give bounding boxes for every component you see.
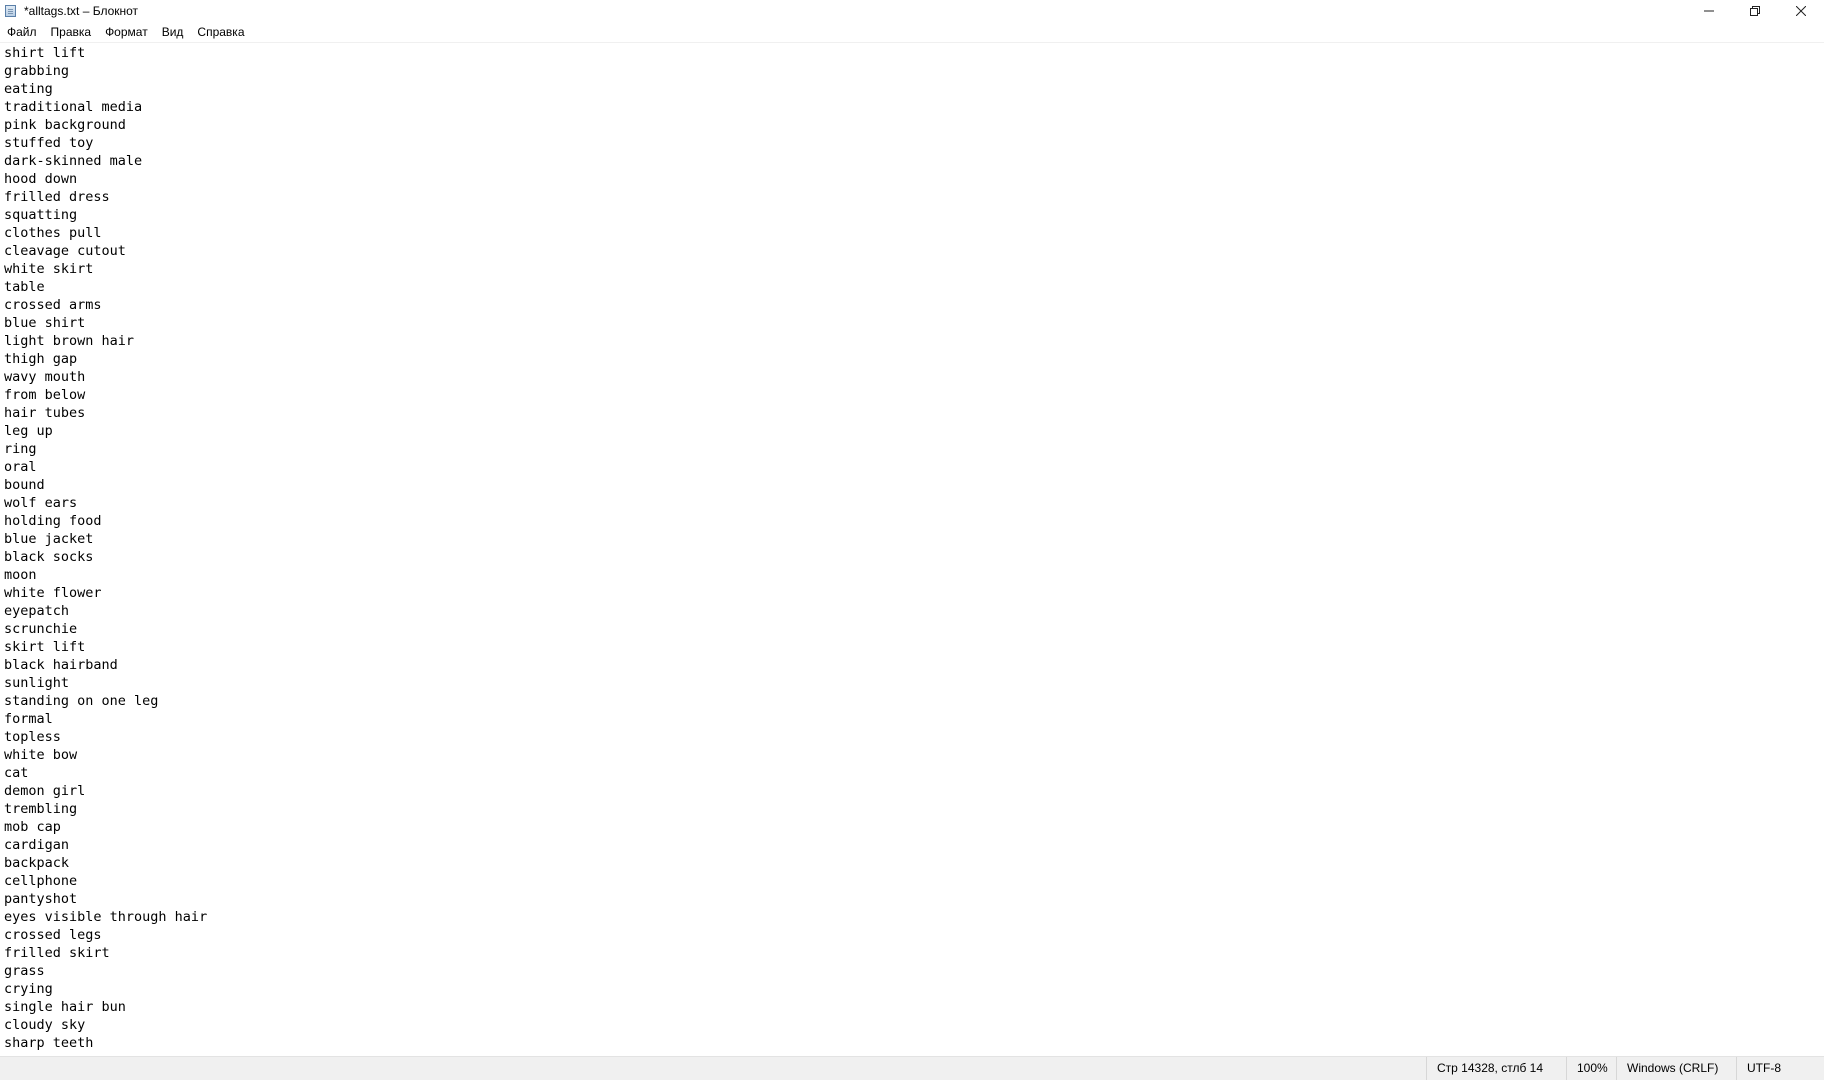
menu-format[interactable]: Формат	[98, 22, 155, 42]
text-line: grabbing	[4, 63, 70, 79]
text-line: single hair bun	[4, 999, 126, 1015]
menu-bar: Файл Правка Формат Вид Справка	[0, 22, 1824, 43]
text-line: frilled dress	[4, 189, 110, 205]
title-bar[interactable]: *alltags.txt – Блокнот	[0, 0, 1824, 22]
text-line: cleavage cutout	[4, 243, 126, 259]
cursor-position: Стр 14328, стлб 14	[1426, 1057, 1566, 1080]
text-line: white bow	[4, 747, 78, 763]
text-line: topless	[4, 729, 61, 745]
text-line: crossed legs	[4, 927, 102, 943]
text-line: sunlight	[4, 675, 70, 691]
text-line: sharp teeth	[4, 1035, 94, 1051]
text-line: cloudy sky	[4, 1017, 86, 1033]
text-line: dark-skinned male	[4, 153, 143, 169]
restore-icon	[1750, 6, 1760, 16]
text-line: traditional media	[4, 99, 143, 115]
text-line: light brown hair	[4, 333, 135, 349]
text-line: from below	[4, 387, 86, 403]
text-line: table	[4, 279, 45, 295]
minimize-icon	[1704, 10, 1714, 12]
text-line: mob cap	[4, 819, 61, 835]
restore-button[interactable]	[1732, 0, 1778, 22]
text-line: eyepatch	[4, 603, 70, 619]
menu-view[interactable]: Вид	[155, 22, 191, 42]
text-line: hood down	[4, 171, 78, 187]
text-line: skirt lift	[4, 639, 86, 655]
text-line: hair tubes	[4, 405, 86, 421]
text-line: cardigan	[4, 837, 70, 853]
text-line: white flower	[4, 585, 102, 601]
text-line: eating	[4, 81, 53, 97]
text-line: cat	[4, 765, 29, 781]
text-line: trembling	[4, 801, 78, 817]
text-line: thigh gap	[4, 351, 78, 367]
notepad-icon[interactable]	[4, 4, 18, 18]
line-endings: Windows (CRLF)	[1616, 1057, 1736, 1080]
text-editor[interactable]: shirt lift grabbing eating traditional medi…	[0, 43, 1824, 1056]
text-line: holding food	[4, 513, 102, 529]
window-title: *alltags.txt – Блокнот	[24, 4, 139, 18]
text-line: demon girl	[4, 783, 86, 799]
text-line: pink background	[4, 117, 126, 133]
text-line: standing on one leg	[4, 693, 159, 709]
window-controls	[1686, 0, 1824, 22]
text-line: leg up	[4, 423, 53, 439]
text-line: crying	[4, 981, 53, 997]
zoom-level: 100%	[1566, 1057, 1616, 1080]
text-line: clothes pull	[4, 225, 102, 241]
text-line: squatting	[4, 207, 78, 223]
close-button[interactable]	[1778, 0, 1824, 22]
text-line: pantyshot	[4, 891, 78, 907]
notepad-window: *alltags.txt – Блокнот Файл Правка Форма…	[0, 0, 1824, 1080]
text-line: wavy mouth	[4, 369, 86, 385]
text-line: ring	[4, 441, 37, 457]
text-line: frilled skirt	[4, 945, 110, 961]
text-line: shirt lift	[4, 45, 86, 61]
menu-file[interactable]: Файл	[0, 22, 44, 42]
encoding: UTF-8	[1736, 1057, 1824, 1080]
text-line: cellphone	[4, 873, 78, 889]
minimize-button[interactable]	[1686, 0, 1732, 22]
text-line: black socks	[4, 549, 94, 565]
text-line: stuffed toy	[4, 135, 94, 151]
text-line: oral	[4, 459, 37, 475]
text-line: crossed arms	[4, 297, 102, 313]
text-line: formal	[4, 711, 53, 727]
menu-edit[interactable]: Правка	[44, 22, 99, 42]
editor-lines: shirt lift grabbing eating traditional medi…	[0, 43, 1824, 1052]
text-line: blue shirt	[4, 315, 86, 331]
text-line: blue jacket	[4, 531, 94, 547]
text-line: black hairband	[4, 657, 118, 673]
status-bar: Стр 14328, стлб 14 100% Windows (CRLF) U…	[0, 1056, 1824, 1080]
text-line: scrunchie	[4, 621, 78, 637]
text-line: white skirt	[4, 261, 94, 277]
text-line: wolf ears	[4, 495, 78, 511]
text-line: moon	[4, 567, 37, 583]
menu-help[interactable]: Справка	[190, 22, 251, 42]
text-line: grass	[4, 963, 45, 979]
text-line: bound	[4, 477, 45, 493]
text-line: eyes visible through hair	[4, 909, 208, 925]
text-line: backpack	[4, 855, 70, 871]
close-icon	[1796, 6, 1806, 16]
status-spacer	[0, 1057, 1426, 1080]
